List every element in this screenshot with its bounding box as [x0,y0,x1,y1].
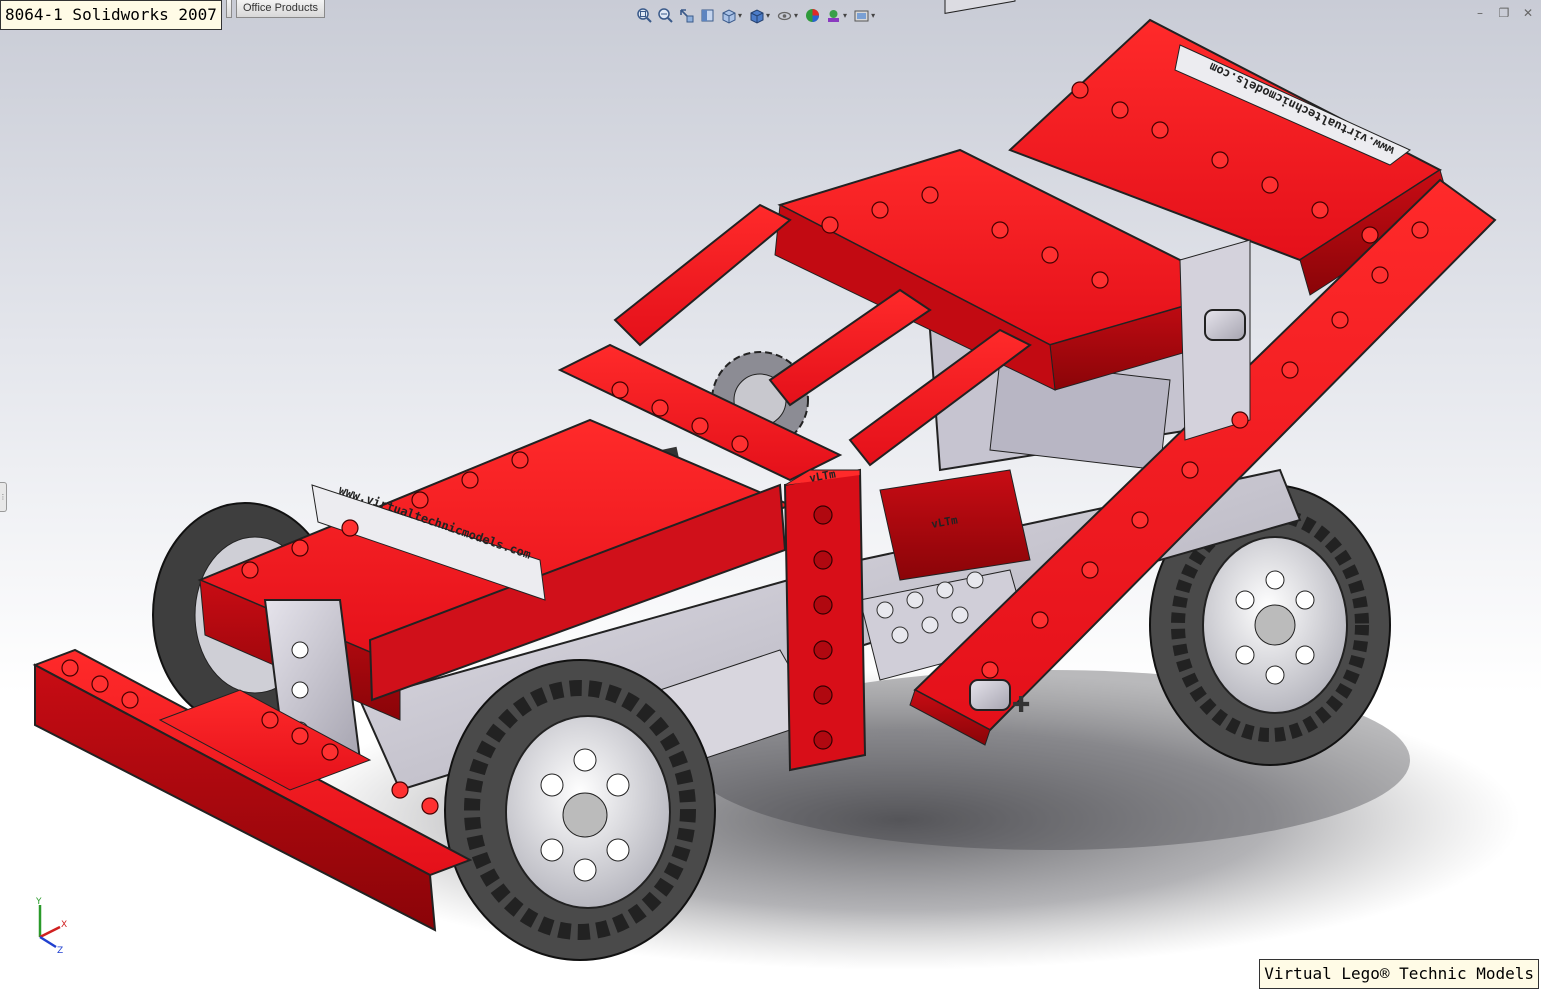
apply-scene-icon [828,9,840,22]
apply-scene-dropdown-icon[interactable]: ▾ [843,7,847,24]
edit-appearance-icon [806,8,820,22]
tab-hidden[interactable] [226,0,232,18]
hide-show-items-dropdown-icon[interactable]: ▾ [794,7,798,24]
feature-manager-collapse-handle[interactable]: ⋮ [0,482,7,512]
section-view-button[interactable] [699,7,716,24]
display-style-button[interactable] [748,7,765,24]
watermark-label: Virtual Lego® Technic Models [1259,959,1539,989]
svg-text:✚: ✚ [1012,693,1030,718]
window-controls: – ❐ ✕ [1473,6,1535,20]
triad-x-label: X [61,920,67,930]
tab-office-products[interactable]: Office Products [236,0,325,18]
view-settings-button[interactable] [853,7,870,24]
wheel-front-near [444,659,716,961]
zoom-to-fit-icon [637,7,652,23]
hide-show-items-button[interactable] [776,7,793,24]
window-title: 8064-1 Solidworks 2007 [0,0,222,30]
reference-triad: Y X Z [35,897,67,955]
view-settings-dropdown-icon[interactable]: ▾ [871,7,875,24]
heads-up-view-toolbar: ▾ ▾ ▾ ▾ ▾ [636,4,877,26]
view-orientation-icon [722,8,736,24]
collapse-arrow-icon: ⋮ [0,493,7,501]
tab-strip: Office Products [226,0,329,18]
edit-appearance-button[interactable] [804,7,821,24]
display-style-dropdown-icon[interactable]: ▾ [766,7,770,24]
section-view-icon [701,9,714,21]
hide-show-items-icon [777,11,792,20]
view-orientation-dropdown-icon[interactable]: ▾ [738,7,742,24]
minimize-icon[interactable]: – [1473,6,1487,20]
graphics-viewport[interactable]: ✚ www.virtualtechnicmodels.com www.virtu… [0,0,1541,991]
previous-view-icon [680,8,694,22]
apply-scene-button[interactable] [825,7,842,24]
triad-y-label: Y [35,897,42,907]
view-orientation-button[interactable] [720,7,737,24]
restore-icon[interactable]: ❐ [1497,6,1511,20]
display-style-icon [750,8,764,24]
previous-view-button[interactable] [678,7,695,24]
zoom-to-area-button[interactable] [657,7,674,24]
zoom-to-fit-button[interactable] [636,7,653,24]
triad-z-label: Z [57,946,63,955]
view-settings-icon [854,10,869,21]
close-icon[interactable]: ✕ [1521,6,1535,20]
zoom-to-area-icon [658,7,673,23]
